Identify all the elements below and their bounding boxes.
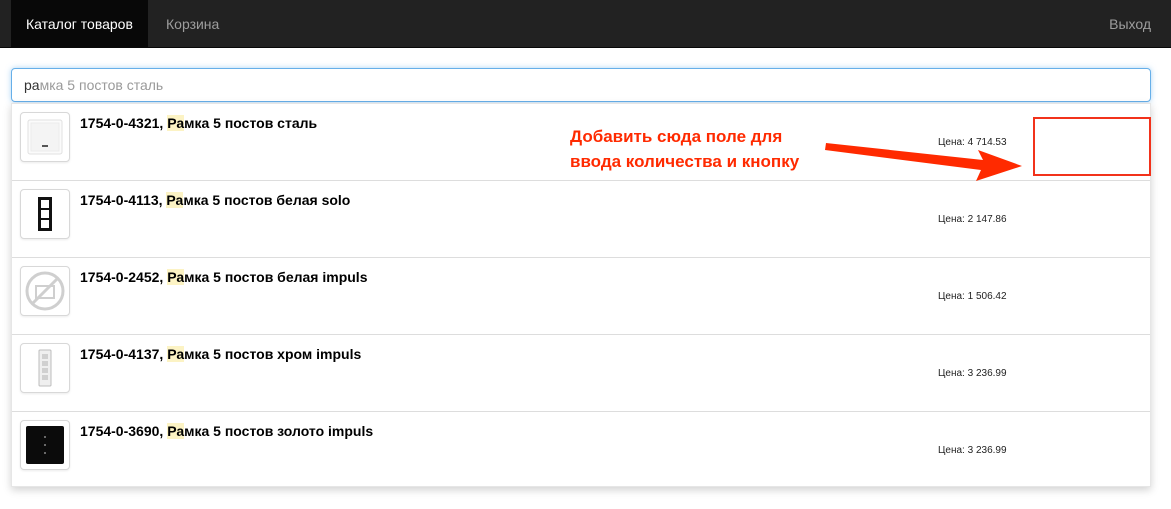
result-title: 1754-0-2452, Рамка 5 постов белая impuls — [80, 269, 368, 285]
search-typed-text: ра — [24, 77, 40, 93]
result-title: 1754-0-4321, Рамка 5 постов сталь — [80, 115, 318, 131]
product-thumbnail — [20, 420, 70, 470]
result-row[interactable]: 1754-0-3690, Рамка 5 постов золото impul… — [12, 412, 1150, 489]
annotation-line-2: ввода количества и кнопку — [570, 152, 800, 171]
result-title: 1754-0-4137, Рамка 5 постов хром impuls — [80, 346, 362, 362]
result-title: 1754-0-3690, Рамка 5 постов золото impul… — [80, 423, 374, 439]
black-panel-icon — [26, 426, 64, 464]
no-image-icon — [25, 271, 65, 311]
result-price: Цена: 2 147.86 — [938, 214, 1007, 225]
product-thumbnail — [20, 112, 70, 162]
chrome-vertical-frame-icon — [38, 349, 52, 387]
search-autocomplete-hint: мка 5 постов сталь — [39, 77, 164, 93]
product-thumbnail — [20, 189, 70, 239]
product-thumbnail — [20, 343, 70, 393]
black-triple-frame-icon — [38, 197, 52, 231]
annotation-note: Добавить сюда поле для ввода количества … — [570, 124, 799, 174]
nav-catalog-link[interactable]: Каталог товаров — [11, 0, 148, 48]
product-thumbnail — [20, 266, 70, 316]
annotation-line-1: Добавить сюда поле для — [570, 127, 783, 146]
nav-logout-link[interactable]: Выход — [1094, 0, 1166, 48]
result-row[interactable]: 1754-0-2452, Рамка 5 постов белая impuls… — [12, 258, 1150, 335]
white-frame-icon — [27, 119, 63, 155]
annotation-target-box — [1033, 117, 1151, 176]
result-price: Цена: 3 236.99 — [938, 368, 1007, 379]
result-price: Цена: 4 714.53 — [938, 137, 1007, 148]
search-input[interactable]: рамка 5 постов сталь — [11, 68, 1151, 102]
result-row[interactable]: 1754-0-4113, Рамка 5 постов белая solo Ц… — [12, 181, 1150, 258]
result-title: 1754-0-4113, Рамка 5 постов белая solo — [80, 192, 351, 208]
top-navbar: Каталог товаров Корзина Выход — [0, 0, 1171, 48]
result-row[interactable]: 1754-0-4137, Рамка 5 постов хром impuls … — [12, 335, 1150, 412]
result-price: Цена: 3 236.99 — [938, 445, 1007, 456]
nav-cart-link[interactable]: Корзина — [151, 0, 234, 48]
result-price: Цена: 1 506.42 — [938, 291, 1007, 302]
